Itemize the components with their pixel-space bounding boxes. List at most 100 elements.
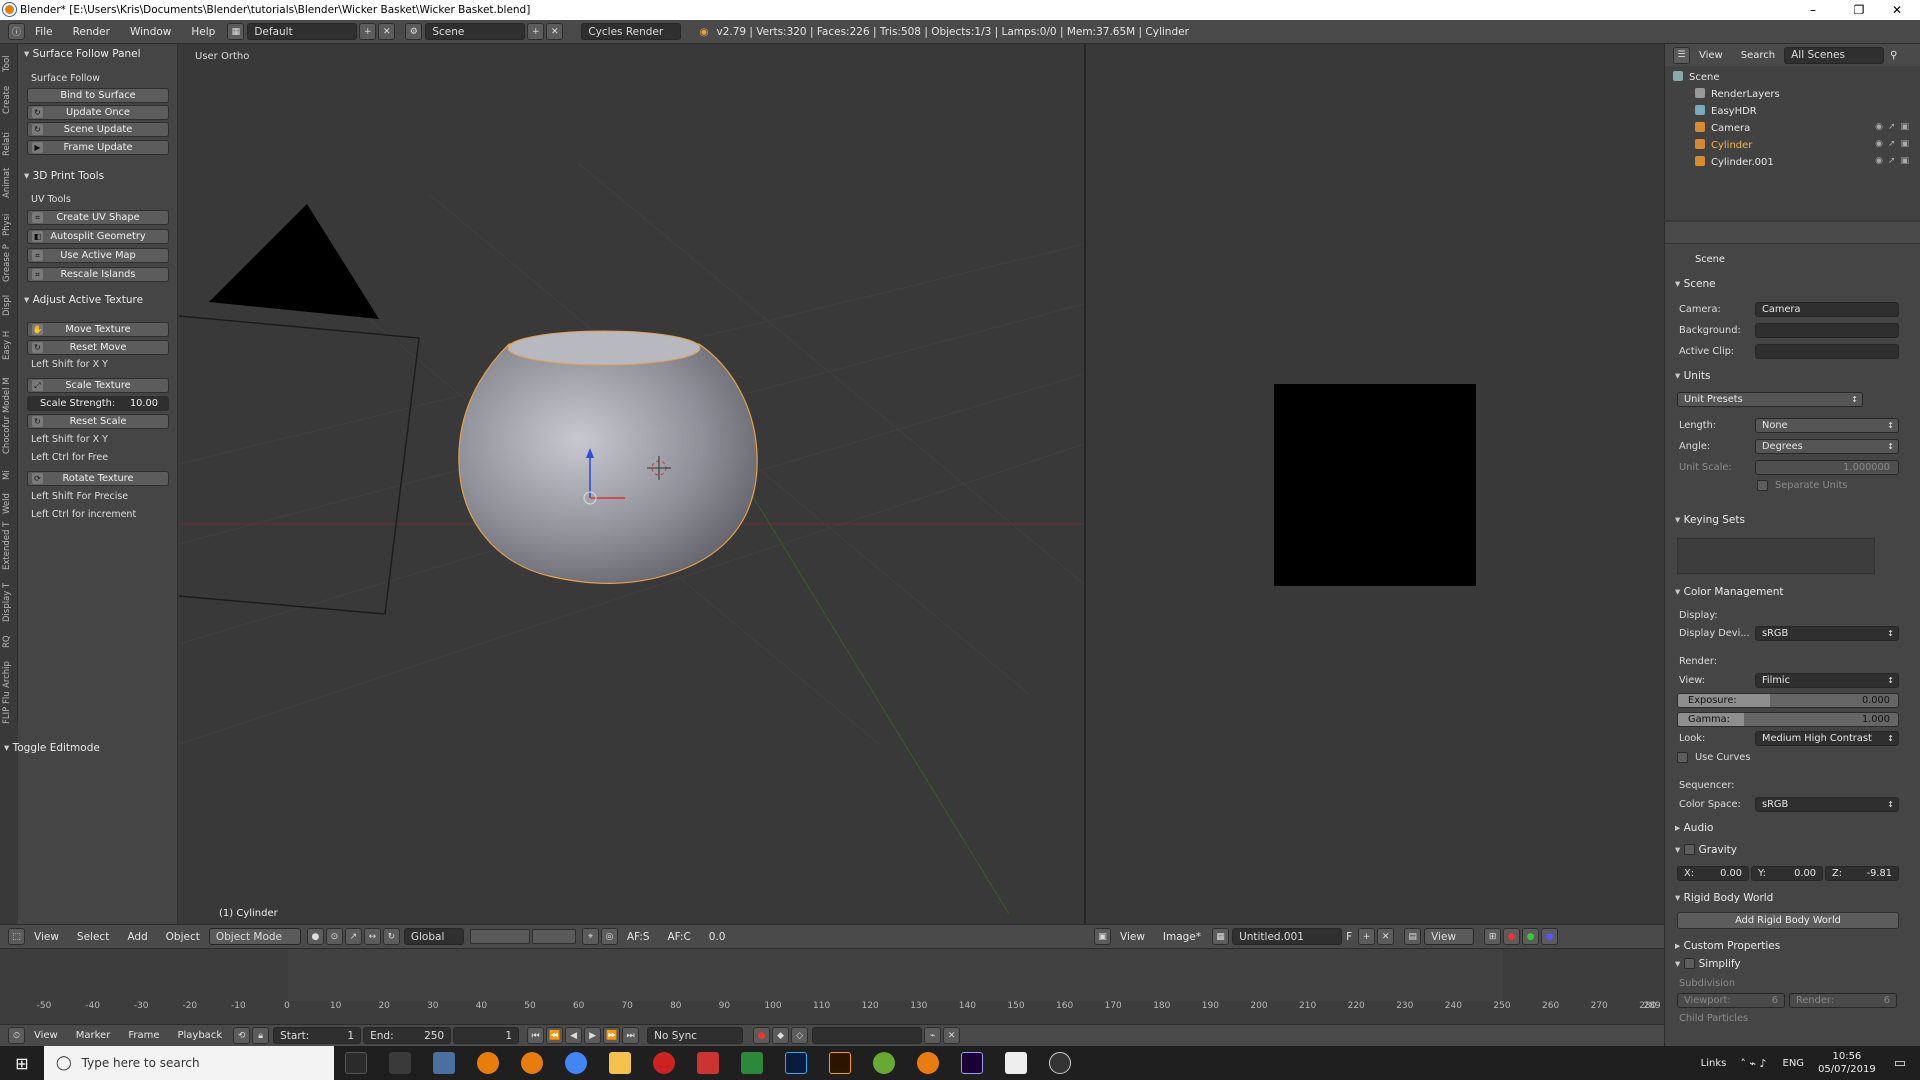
tab-mi[interactable]: Mi bbox=[2, 458, 16, 480]
calculator-icon[interactable] bbox=[389, 1052, 411, 1074]
outliner-item-scene[interactable]: Scene bbox=[1673, 71, 1720, 83]
language-indicator[interactable]: ENG bbox=[1783, 1058, 1805, 1069]
menu-select[interactable]: Select bbox=[77, 931, 109, 943]
tab-weld[interactable]: Weld bbox=[2, 484, 16, 514]
outliner-item-camera[interactable]: Camera bbox=[1695, 122, 1750, 134]
play-reverse-icon[interactable]: ◀ bbox=[565, 1027, 583, 1044]
active-clip-field[interactable] bbox=[1755, 344, 1899, 359]
tl-menu-marker[interactable]: Marker bbox=[76, 1030, 111, 1041]
add-scene-icon[interactable]: + bbox=[527, 23, 545, 40]
delete-key-icon[interactable]: ✕ bbox=[943, 1027, 961, 1044]
play-icon[interactable]: ▶ bbox=[584, 1027, 602, 1044]
display-device-select[interactable]: sRGB bbox=[1755, 626, 1899, 641]
unit-scale-field[interactable]: 1.000000 bbox=[1755, 460, 1899, 475]
scale-texture-button[interactable]: ⤢ Scale Texture bbox=[27, 378, 169, 393]
tab-display-tools[interactable]: Display T bbox=[2, 574, 16, 622]
ie-menu-view[interactable]: View bbox=[1120, 931, 1145, 943]
windows-start-icon[interactable]: ⊞ bbox=[0, 1054, 44, 1073]
snap-icon[interactable]: ⌖ bbox=[581, 928, 599, 945]
gamma-slider[interactable]: Gamma: 1.000 bbox=[1677, 712, 1899, 727]
tab-grease-pencil[interactable]: Grease P bbox=[2, 240, 16, 282]
tl-menu-frame[interactable]: Frame bbox=[128, 1030, 159, 1041]
angle-select[interactable]: Degrees bbox=[1755, 439, 1899, 454]
scene-panel-header[interactable]: Scene bbox=[1675, 278, 1716, 290]
toggle-editmode-header[interactable]: Toggle Editmode bbox=[4, 742, 100, 754]
layout-grid-icon[interactable]: ▦ bbox=[227, 23, 245, 40]
minimize-button[interactable]: – bbox=[1790, 0, 1836, 20]
use-curves-checkbox[interactable] bbox=[1677, 752, 1688, 763]
blender-taskbar-icon-3[interactable] bbox=[917, 1052, 939, 1074]
keyframe-icon[interactable]: ◇ bbox=[791, 1027, 809, 1044]
orientation-select[interactable]: Global bbox=[403, 928, 464, 945]
move-texture-button[interactable]: ✋ Move Texture bbox=[27, 322, 169, 337]
rescale-islands-button[interactable]: ⌗ Rescale Islands bbox=[27, 267, 169, 282]
view-mode-select[interactable]: View bbox=[1424, 928, 1475, 945]
viewport-subdiv-field[interactable]: Viewport: 6 bbox=[1677, 993, 1785, 1008]
info-editor-icon[interactable]: ⓘ bbox=[8, 23, 25, 40]
menu-help[interactable]: Help bbox=[191, 26, 215, 38]
proportional-icon[interactable]: ◎ bbox=[600, 928, 618, 945]
app-icon[interactable] bbox=[433, 1052, 455, 1074]
taskbar-search[interactable]: ◯ Type here to search bbox=[44, 1046, 334, 1080]
exposure-slider[interactable]: Exposure: 0.000 bbox=[1677, 693, 1899, 708]
channel-icon[interactable]: ⊞ bbox=[1484, 928, 1502, 945]
tab-physics[interactable]: Physi bbox=[2, 202, 16, 236]
translate-icon[interactable]: ↔ bbox=[363, 928, 381, 945]
jump-start-icon[interactable]: ⏮ bbox=[527, 1027, 545, 1044]
outliner-item-easyhdr[interactable]: EasyHDR bbox=[1695, 105, 1757, 117]
keying-sets-panel-header[interactable]: Keying Sets bbox=[1675, 514, 1745, 526]
update-once-button[interactable]: ↻ Update Once bbox=[27, 105, 169, 120]
adjust-texture-panel-header[interactable]: Adjust Active Texture bbox=[24, 294, 143, 306]
lock-icon[interactable]: 🔒︎ bbox=[252, 1027, 270, 1044]
app-red-icon-2[interactable] bbox=[697, 1052, 719, 1074]
premiere-icon[interactable] bbox=[961, 1052, 983, 1074]
print3d-panel-header[interactable]: 3D Print Tools bbox=[24, 170, 104, 182]
tab-relations[interactable]: Relati bbox=[2, 118, 16, 156]
add-rigid-body-world-button[interactable]: Add Rigid Body World bbox=[1677, 912, 1899, 929]
remove-scene-icon[interactable]: ✕ bbox=[546, 23, 564, 40]
3d-viewport[interactable]: User Ortho (1) Cylinder bbox=[179, 44, 1084, 924]
keying-sets-list[interactable] bbox=[1677, 538, 1875, 574]
layers-grid-icon[interactable] bbox=[469, 929, 530, 944]
outliner-item-renderlayers[interactable]: RenderLayers bbox=[1695, 88, 1780, 100]
add-layout-icon[interactable]: + bbox=[359, 23, 377, 40]
red-channel-icon[interactable]: ● bbox=[1503, 928, 1521, 945]
tab-flip-fluids[interactable]: FLIP Flu bbox=[2, 692, 16, 724]
visibility-icons[interactable]: ◉➚▣ bbox=[1875, 122, 1914, 132]
record-icon[interactable]: ● bbox=[753, 1027, 771, 1044]
image-editor-type-icon[interactable]: ▣ bbox=[1094, 928, 1111, 945]
jump-end-icon[interactable]: ⏭ bbox=[622, 1027, 640, 1044]
autosplit-geometry-button[interactable]: ◧ Autosplit Geometry bbox=[27, 229, 169, 244]
image-browse-icon[interactable]: ▦ bbox=[1212, 928, 1230, 945]
current-frame-field[interactable]: 1 bbox=[453, 1027, 520, 1044]
links-toolbar[interactable]: Links bbox=[1701, 1058, 1727, 1069]
gravity-panel-header[interactable]: Gravity bbox=[1675, 842, 1737, 856]
tab-easy-hdr[interactable]: Easy H bbox=[2, 320, 16, 360]
mode-select[interactable]: Object Mode bbox=[208, 928, 301, 945]
outliner-item-cylinder[interactable]: Cylinder bbox=[1695, 139, 1752, 151]
menu-file[interactable]: File bbox=[35, 26, 53, 38]
rotate-texture-button[interactable]: ⟳ Rotate Texture bbox=[27, 471, 169, 486]
reset-scale-button[interactable]: ↻ Reset Scale bbox=[27, 414, 169, 429]
image-editor[interactable] bbox=[1086, 44, 1664, 924]
unlink-image-icon[interactable]: ✕ bbox=[1377, 928, 1395, 945]
unit-presets-select[interactable]: Unit Presets bbox=[1677, 392, 1863, 407]
editor-type-icon[interactable]: ⬚ bbox=[8, 928, 25, 945]
task-view-icon[interactable] bbox=[345, 1052, 367, 1074]
tab-create[interactable]: Create bbox=[2, 78, 16, 114]
blender-taskbar-icon-2[interactable] bbox=[521, 1052, 543, 1074]
menu-render[interactable]: Render bbox=[73, 26, 110, 38]
gravity-z-field[interactable]: Z: -9.81 bbox=[1825, 866, 1899, 881]
app-circle-icon[interactable] bbox=[1049, 1052, 1071, 1074]
tab-display[interactable]: Displ bbox=[2, 286, 16, 316]
audio-panel-header[interactable]: Audio bbox=[1675, 822, 1714, 834]
chrome-icon[interactable] bbox=[565, 1052, 587, 1074]
file-explorer-icon[interactable] bbox=[609, 1052, 631, 1074]
next-key-icon[interactable]: ⏩ bbox=[603, 1027, 621, 1044]
color-management-header[interactable]: Color Management bbox=[1675, 586, 1784, 598]
preview-range-icon[interactable]: ⟲ bbox=[233, 1027, 251, 1044]
separate-units-checkbox[interactable] bbox=[1757, 480, 1768, 491]
color-space-select[interactable]: sRGB bbox=[1755, 797, 1899, 812]
manipulator-icon[interactable]: ↗ bbox=[344, 928, 362, 945]
layers-grid-icon-2[interactable] bbox=[531, 929, 576, 944]
